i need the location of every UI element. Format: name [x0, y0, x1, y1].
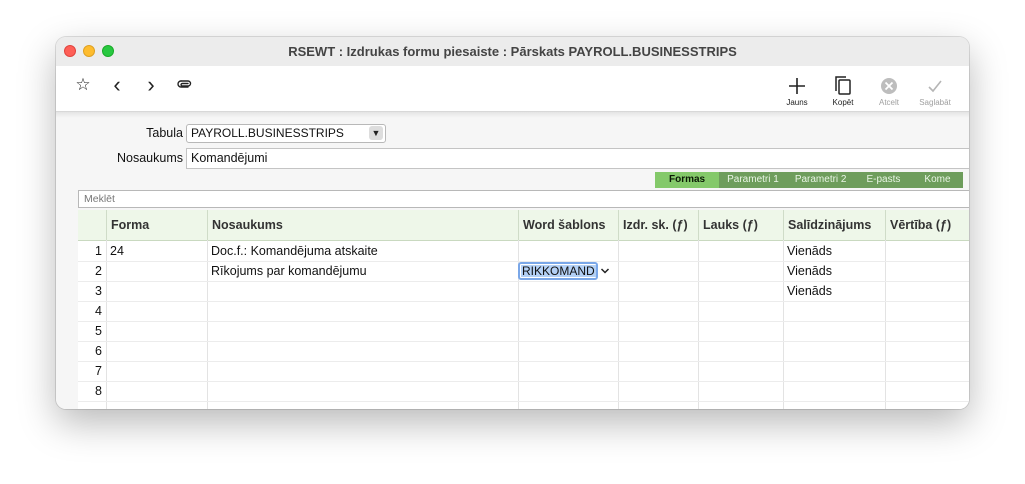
- copy-button[interactable]: Kopēt: [821, 75, 865, 107]
- table-header: Forma Nosaukums Word šablons Izdr. sk. (…: [78, 210, 969, 241]
- word-template-value: RIKKOMAND: [521, 264, 596, 278]
- paperclip-icon[interactable]: [175, 75, 195, 95]
- table-row[interactable]: 8: [78, 381, 969, 402]
- row-number: 8: [95, 384, 102, 398]
- tab-kome[interactable]: Kome: [912, 172, 963, 188]
- table-row[interactable]: 6: [78, 341, 969, 362]
- word-template-select[interactable]: RIKKOMAND: [518, 262, 610, 280]
- main-content: Tabula PAYROLL.BUSINESSTRIPS ▼ Nosaukums…: [56, 118, 969, 409]
- tab-formas[interactable]: Formas: [655, 172, 720, 188]
- table-row[interactable]: 3 Vienāds: [78, 281, 969, 302]
- nosaukums-field[interactable]: Komandējumi: [186, 148, 969, 169]
- column-header-salidzinajums[interactable]: Salīdzinājums: [783, 210, 885, 240]
- column-header-forma[interactable]: Forma: [106, 210, 207, 240]
- cancel-icon: [867, 75, 911, 97]
- forward-icon[interactable]: ›: [141, 74, 161, 96]
- row-number: 1: [95, 244, 102, 258]
- table-row[interactable]: 2 Rīkojums par komandējumu RIKKOMAND Vie…: [78, 261, 969, 282]
- star-icon[interactable]: ☆: [73, 75, 93, 95]
- search-input[interactable]: Meklēt: [78, 190, 969, 208]
- cell-forma[interactable]: [106, 261, 207, 281]
- save-button[interactable]: Saglabāt: [913, 75, 957, 107]
- row-number: 3: [95, 284, 102, 298]
- new-button-label: Jauns: [786, 98, 808, 107]
- table-row[interactable]: 1 24 Doc.f.: Komandējuma atskaite Vienād…: [78, 241, 969, 262]
- chevron-down-icon: [600, 263, 610, 282]
- new-button[interactable]: Jauns: [775, 75, 819, 107]
- window-title: RSEWT : Izdrukas formu piesaiste : Pārsk…: [288, 44, 737, 59]
- tab-parametri-1[interactable]: Parametri 1: [719, 172, 787, 188]
- tab-e-pasts[interactable]: E-pasts: [854, 172, 913, 188]
- checkmark-icon: [913, 75, 957, 97]
- cancel-button[interactable]: Atcelt: [867, 75, 911, 107]
- row-number: 2: [95, 264, 102, 278]
- cell-nosaukums[interactable]: Rīkojums par komandējumu: [207, 261, 518, 281]
- tab-bar: Formas Parametri 1 Parametri 2 E-pasts K…: [655, 172, 963, 188]
- copy-icon: [821, 75, 865, 97]
- row-number: 6: [95, 344, 102, 358]
- table-row[interactable]: 5: [78, 321, 969, 342]
- forms-table: Forma Nosaukums Word šablons Izdr. sk. (…: [78, 210, 969, 409]
- cell-salidzinajums[interactable]: Vienāds: [783, 241, 885, 261]
- cancel-button-label: Atcelt: [878, 98, 899, 107]
- chevron-down-icon: ▼: [369, 126, 383, 140]
- toolbar: ☆ ‹ › Jauns Kopēt Atcelt Saglabāt: [56, 66, 969, 112]
- column-header-word-sablons[interactable]: Word šablons: [518, 210, 618, 240]
- nosaukums-label: Nosaukums: [117, 151, 183, 165]
- save-button-label: Saglabāt: [919, 98, 951, 107]
- row-number: 4: [95, 304, 102, 318]
- tabula-label: Tabula: [146, 126, 183, 140]
- column-header-izdr-sk[interactable]: Izdr. sk. (ƒ): [618, 210, 698, 240]
- app-window: RSEWT : Izdrukas formu piesaiste : Pārsk…: [56, 37, 969, 409]
- row-number: 7: [95, 364, 102, 378]
- cell-word-sablons[interactable]: [518, 241, 618, 261]
- cell-nosaukums[interactable]: Doc.f.: Komandējuma atskaite: [207, 241, 518, 261]
- title-bar: RSEWT : Izdrukas formu piesaiste : Pārsk…: [56, 37, 969, 66]
- plus-icon: [775, 75, 819, 97]
- column-header-vertiba[interactable]: Vērtība (ƒ): [885, 210, 969, 240]
- back-icon[interactable]: ‹: [107, 74, 127, 96]
- tabula-value: PAYROLL.BUSINESSTRIPS: [191, 126, 344, 140]
- cell-forma[interactable]: 24: [106, 241, 207, 261]
- tab-parametri-2[interactable]: Parametri 2: [786, 172, 855, 188]
- copy-button-label: Kopēt: [832, 98, 854, 107]
- table-row[interactable]: 7: [78, 361, 969, 382]
- cell-salidzinajums[interactable]: Vienāds: [783, 281, 885, 301]
- column-header-nosaukums[interactable]: Nosaukums: [207, 210, 518, 240]
- column-header-lauks[interactable]: Lauks (ƒ): [698, 210, 783, 240]
- tabula-select[interactable]: PAYROLL.BUSINESSTRIPS ▼: [186, 124, 386, 143]
- table-row[interactable]: 4: [78, 301, 969, 322]
- row-number: 5: [95, 324, 102, 338]
- cell-salidzinajums[interactable]: Vienāds: [783, 261, 885, 281]
